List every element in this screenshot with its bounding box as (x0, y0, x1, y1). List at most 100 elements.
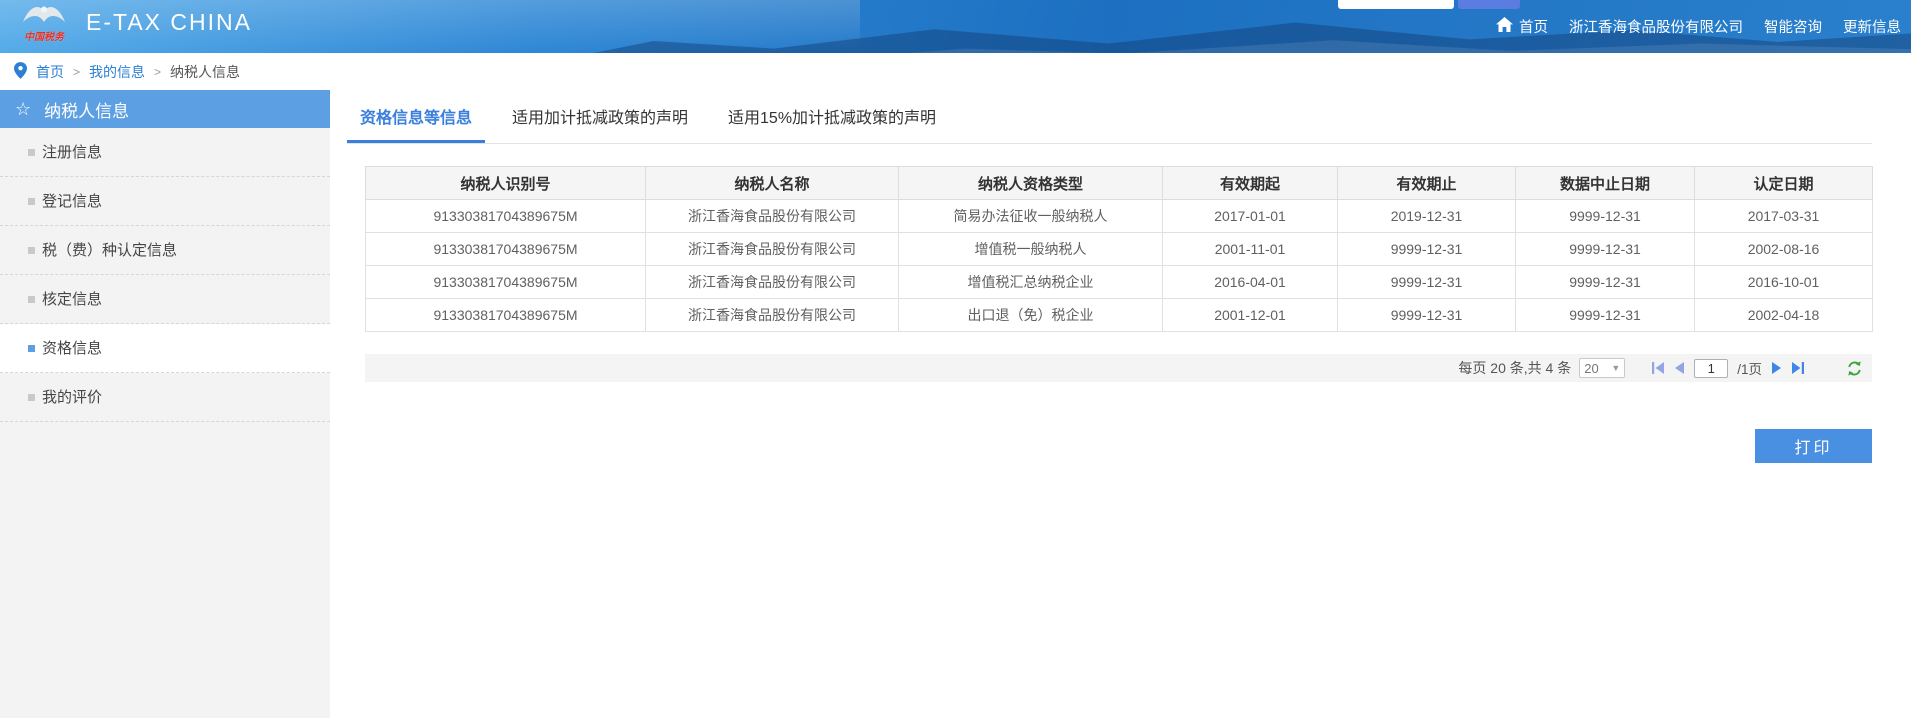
table-cell: 2017-03-31 (1695, 200, 1873, 233)
search-button[interactable] (1458, 0, 1520, 9)
table-cell: 增值税一般纳税人 (899, 233, 1163, 266)
table-cell: 9999-12-31 (1338, 233, 1516, 266)
nav-home-label: 首页 (1519, 16, 1548, 37)
nav-company-label: 浙江香海食品股份有限公司 (1569, 16, 1743, 37)
table-cell: 增值税汇总纳税企业 (899, 266, 1163, 299)
sidebar-item-tax-type[interactable]: 税（费）种认定信息 (0, 226, 330, 275)
sidebar-item-label: 登记信息 (42, 193, 102, 210)
bullet-icon (28, 247, 35, 254)
col-confirm-date: 认定日期 (1695, 167, 1873, 200)
page-size-select[interactable]: 20 ▼ (1579, 358, 1625, 378)
table-cell: 2001-12-01 (1163, 299, 1338, 332)
col-taxpayer-id: 纳税人识别号 (366, 167, 646, 200)
nav-update-info-label: 更新信息 (1843, 16, 1901, 37)
last-page-button[interactable] (1791, 362, 1805, 374)
table-row: 91330381704389675M 浙江香海食品股份有限公司 出口退（免）税企… (366, 299, 1873, 332)
nav-home[interactable]: 首页 (1496, 16, 1548, 37)
col-valid-to: 有效期止 (1338, 167, 1516, 200)
chevron-down-icon: ▼ (1611, 363, 1620, 373)
qualification-table: 纳税人识别号 纳税人名称 纳税人资格类型 有效期起 有效期止 数据中止日期 认定… (365, 166, 1873, 332)
page-size-value: 20 (1584, 361, 1598, 376)
tab-qualification-info[interactable]: 资格信息等信息 (347, 99, 485, 143)
bullet-icon (28, 149, 35, 156)
table-row: 91330381704389675M 浙江香海食品股份有限公司 增值税一般纳税人… (366, 233, 1873, 266)
page-number-input[interactable] (1694, 359, 1728, 378)
sidebar-item-label: 资格信息 (42, 340, 102, 357)
nav-smart-consult[interactable]: 智能咨询 (1764, 16, 1822, 37)
bullet-icon (28, 345, 35, 352)
search-input[interactable] (1338, 0, 1454, 9)
page: 中国税务 E-TAX CHINA 首页 浙江香海食品股份有限公司 智能咨询 更新… (0, 0, 1911, 718)
bullet-icon (28, 198, 35, 205)
breadcrumb-my-info[interactable]: 我的信息 (89, 62, 145, 82)
table-cell: 浙江香海食品股份有限公司 (646, 266, 899, 299)
print-button[interactable]: 打印 (1755, 429, 1872, 463)
home-icon (1496, 17, 1513, 36)
pager-controls: /1页 (1651, 358, 1805, 378)
table-cell: 2019-12-31 (1338, 200, 1516, 233)
nav-smart-consult-label: 智能咨询 (1764, 16, 1822, 37)
breadcrumb-separator: > (73, 65, 80, 79)
first-page-button[interactable] (1651, 362, 1665, 374)
table-cell: 91330381704389675M (366, 299, 646, 332)
sidebar-item-assessment[interactable]: 核定信息 (0, 275, 330, 324)
table-cell: 2001-11-01 (1163, 233, 1338, 266)
table-cell: 91330381704389675M (366, 233, 646, 266)
pagination-bar: 每页 20 条,共 4 条 20 ▼ /1页 (365, 354, 1872, 382)
bullet-icon (28, 296, 35, 303)
top-nav: 首页 浙江香海食品股份有限公司 智能咨询 更新信息 (1496, 16, 1901, 37)
table-cell: 浙江香海食品股份有限公司 (646, 200, 899, 233)
table-cell: 9999-12-31 (1516, 233, 1695, 266)
nav-company[interactable]: 浙江香海食品股份有限公司 (1569, 16, 1743, 37)
sidebar: ☆ 纳税人信息 注册信息 登记信息 税（费）种认定信息 核定信息 资格信息 我的… (0, 90, 330, 718)
sidebar-item-registration[interactable]: 注册信息 (0, 128, 330, 177)
sidebar-item-label: 我的评价 (42, 389, 102, 406)
col-data-end-date: 数据中止日期 (1516, 167, 1695, 200)
col-valid-from: 有效期起 (1163, 167, 1338, 200)
next-page-button[interactable] (1771, 362, 1782, 374)
table-row: 91330381704389675M 浙江香海食品股份有限公司 增值税汇总纳税企… (366, 266, 1873, 299)
breadcrumb: 首页 > 我的信息 > 纳税人信息 (0, 53, 1911, 90)
table-cell: 9999-12-31 (1516, 266, 1695, 299)
table-cell: 出口退（免）税企业 (899, 299, 1163, 332)
col-taxpayer-name: 纳税人名称 (646, 167, 899, 200)
pagination-summary: 每页 20 条,共 4 条 (1458, 358, 1571, 378)
sidebar-item-record[interactable]: 登记信息 (0, 177, 330, 226)
table-cell: 91330381704389675M (366, 266, 646, 299)
prev-page-button[interactable] (1674, 362, 1685, 374)
breadcrumb-current: 纳税人信息 (170, 62, 240, 82)
breadcrumb-home[interactable]: 首页 (36, 62, 64, 82)
table-cell: 2016-04-01 (1163, 266, 1338, 299)
table-cell: 9999-12-31 (1516, 299, 1695, 332)
main-content: 资格信息等信息 适用加计抵减政策的声明 适用15%加计抵减政策的声明 纳税人识别… (347, 90, 1872, 382)
nav-update-info[interactable]: 更新信息 (1843, 16, 1901, 37)
breadcrumb-separator: > (154, 65, 161, 79)
sidebar-item-qualification[interactable]: 资格信息 (0, 324, 330, 373)
table-cell: 2016-10-01 (1695, 266, 1873, 299)
table-cell: 2017-01-01 (1163, 200, 1338, 233)
sidebar-item-label: 核定信息 (42, 291, 102, 308)
tab-bar: 资格信息等信息 适用加计抵减政策的声明 适用15%加计抵减政策的声明 (347, 90, 1872, 144)
sidebar-item-my-rating[interactable]: 我的评价 (0, 373, 330, 422)
table-cell: 简易办法征收一般纳税人 (899, 200, 1163, 233)
sidebar-item-label: 注册信息 (42, 144, 102, 161)
sidebar-header: ☆ 纳税人信息 (0, 90, 330, 128)
table-cell: 9999-12-31 (1338, 299, 1516, 332)
table-cell: 91330381704389675M (366, 200, 646, 233)
table-header-row: 纳税人识别号 纳税人名称 纳税人资格类型 有效期起 有效期止 数据中止日期 认定… (366, 167, 1873, 200)
table-cell: 浙江香海食品股份有限公司 (646, 233, 899, 266)
location-pin-icon (14, 62, 27, 82)
star-icon: ☆ (15, 100, 31, 118)
table-row: 91330381704389675M 浙江香海食品股份有限公司 简易办法征收一般… (366, 200, 1873, 233)
table-cell: 浙江香海食品股份有限公司 (646, 299, 899, 332)
table-cell: 2002-04-18 (1695, 299, 1873, 332)
table-cell: 2002-08-16 (1695, 233, 1873, 266)
tax-logo: 中国税务 (14, 1, 74, 43)
refresh-button[interactable] (1847, 361, 1862, 376)
brand-title: E-TAX CHINA (86, 9, 252, 36)
sidebar-item-label: 税（费）种认定信息 (42, 242, 177, 259)
logo-caption: 中国税务 (14, 28, 74, 43)
tab-addition-deduction-policy[interactable]: 适用加计抵减政策的声明 (499, 99, 701, 143)
tab-addition-deduction-15-policy[interactable]: 适用15%加计抵减政策的声明 (715, 99, 949, 143)
table-cell: 9999-12-31 (1516, 200, 1695, 233)
